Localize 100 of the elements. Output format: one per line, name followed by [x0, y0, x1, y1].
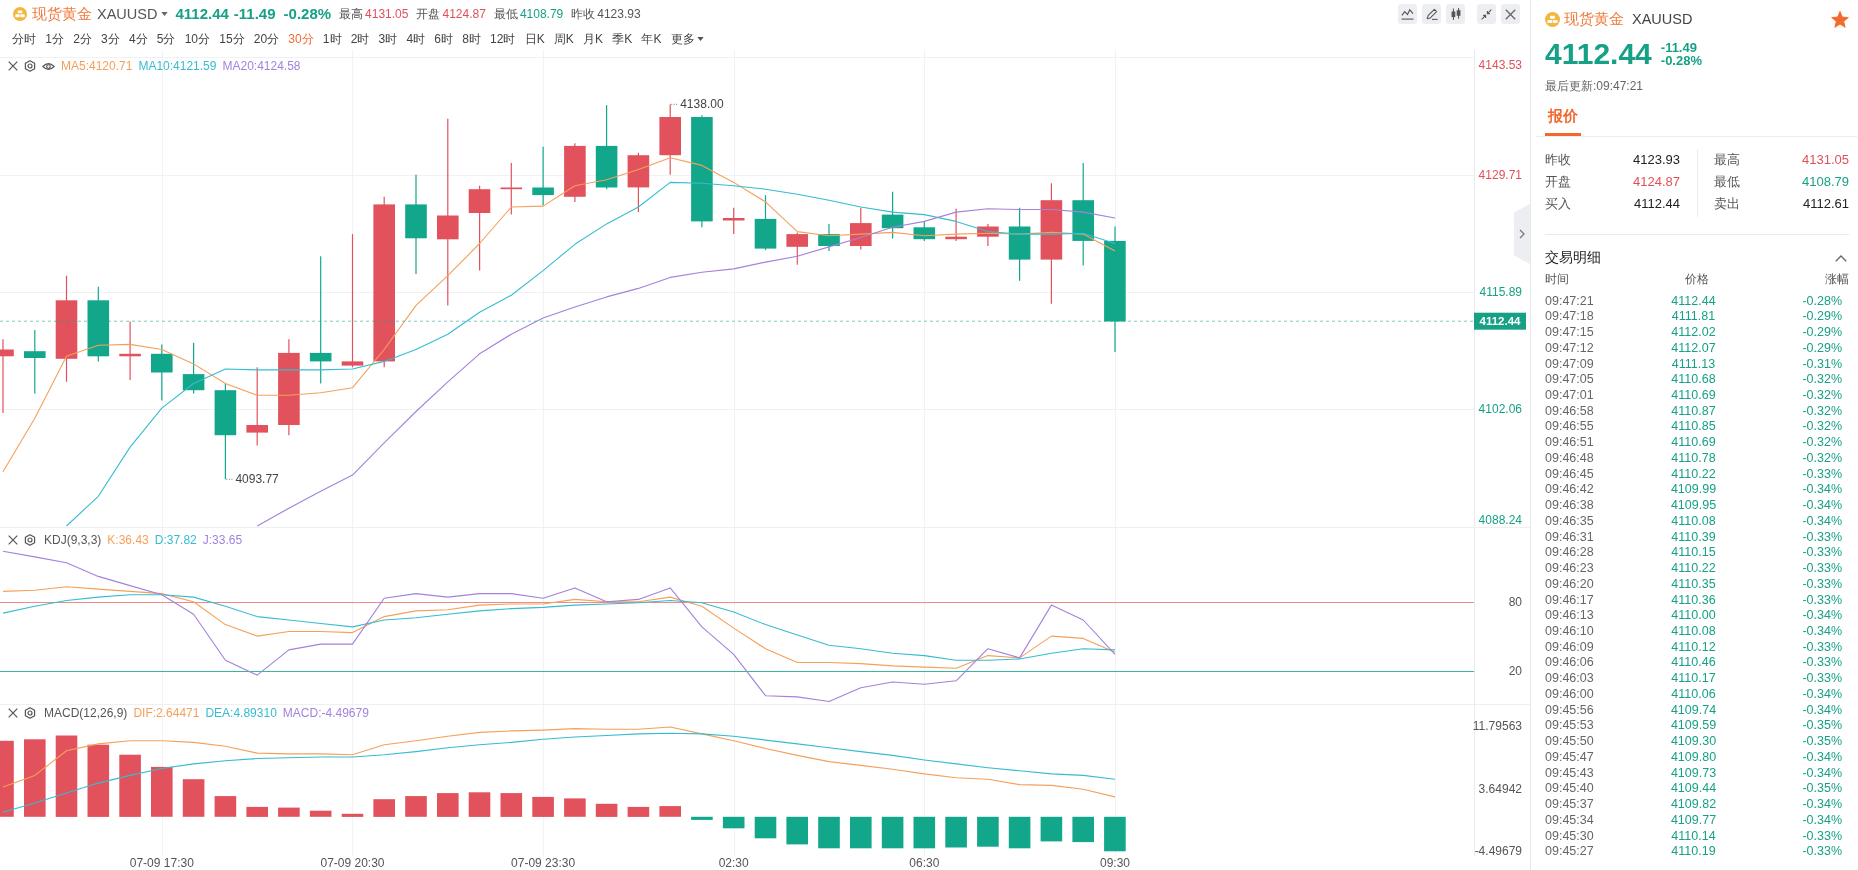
stat-label: 卖出	[1714, 196, 1741, 212]
axis-label: 80	[1508, 594, 1522, 609]
legend-label: MACD:-4.49679	[282, 706, 369, 720]
close-button[interactable]	[1501, 4, 1520, 24]
close-icon[interactable]	[8, 61, 18, 71]
leader-line	[670, 103, 679, 105]
period-tab[interactable]: 3分	[96, 29, 125, 49]
trade-price: 4109.59	[1670, 718, 1717, 735]
trade-time: 09:47:12	[1545, 340, 1595, 357]
line-chart-button[interactable]	[1398, 4, 1417, 24]
trade-price: 4110.14	[1671, 828, 1716, 845]
trade-price: 4110.35	[1671, 576, 1716, 593]
period-tab[interactable]: 15分	[214, 29, 250, 49]
period-tab[interactable]: 12时	[485, 29, 521, 49]
column-header: 价格	[1685, 271, 1709, 287]
line-chart-icon	[1401, 8, 1414, 20]
trade-time: 09:46:38	[1545, 498, 1595, 514]
legend-label: J:33.65	[202, 533, 243, 547]
period-tab[interactable]: 10分	[180, 29, 215, 49]
candlestick	[881, 191, 904, 239]
period-tab[interactable]: 2时	[346, 29, 374, 49]
coin-icon	[1545, 11, 1560, 27]
trade-time: 09:47:15	[1545, 325, 1595, 341]
price-annotation: 4093.77	[235, 472, 279, 487]
axis-label: 20	[1508, 663, 1522, 678]
trade-time: 09:46:58	[1545, 403, 1595, 420]
axis-label: 4143.53	[1478, 58, 1522, 72]
period-tab[interactable]: 1分	[40, 29, 69, 49]
trade-change: -0.29%	[1802, 340, 1842, 357]
trade-time: 09:47:01	[1545, 388, 1595, 404]
period-tab[interactable]: 季K	[607, 29, 637, 49]
trade-price: 4112.02	[1671, 325, 1716, 341]
axis-label: 3.64942	[1478, 781, 1522, 796]
candlestick	[850, 207, 872, 250]
trade-time: 09:46:42	[1545, 482, 1595, 499]
trade-price: 4110.15	[1671, 545, 1716, 562]
candlestick	[722, 207, 745, 235]
candlestick	[786, 231, 808, 266]
trade-change: -0.29%	[1802, 309, 1842, 326]
candlestick	[818, 223, 840, 252]
axis-label: 4115.89	[1479, 284, 1522, 299]
candlestick-button[interactable]	[1446, 4, 1465, 24]
period-tab[interactable]: 20分	[249, 29, 284, 49]
trade-price: 4110.69	[1671, 435, 1716, 451]
axis-label: 4102.06	[1478, 402, 1522, 417]
period-tab[interactable]: 6时	[429, 29, 458, 49]
period-tab[interactable]: 更多	[666, 29, 709, 49]
period-tab[interactable]: 日K	[520, 29, 550, 49]
price-change: -11.49	[1660, 41, 1698, 54]
period-tab[interactable]: 4分	[124, 29, 153, 49]
trade-change: -0.32%	[1802, 450, 1842, 467]
chevron-up-icon[interactable]	[1835, 254, 1847, 262]
trade-change: -0.33%	[1802, 576, 1842, 593]
shrink-button[interactable]	[1477, 4, 1496, 24]
stat-value: 4131.05	[1802, 152, 1849, 168]
trade-time: 09:45:50	[1545, 734, 1595, 750]
settings-icon[interactable]	[24, 534, 36, 546]
price-annotation: 4138.00	[680, 97, 724, 112]
axis-label: 06:30	[909, 856, 940, 870]
trade-price: 4111.81	[1671, 309, 1716, 326]
period-tab[interactable]: 8时	[457, 29, 486, 49]
period-tab[interactable]: 月K	[578, 29, 608, 49]
axis-label: 4088.24	[1478, 513, 1522, 527]
candlestick	[182, 342, 205, 395]
period-tab[interactable]: 周K	[549, 29, 579, 49]
stat-value: 4123.93	[1633, 152, 1680, 168]
star-icon[interactable]	[1831, 10, 1849, 28]
trade-price: 4109.73	[1670, 765, 1717, 782]
stat-value: 4124.87	[1633, 174, 1680, 190]
trade-time: 09:46:48	[1545, 450, 1595, 467]
trade-change: -0.33%	[1802, 545, 1842, 562]
last-price: 4112.44	[1545, 38, 1652, 70]
trade-change: -0.33%	[1802, 561, 1842, 577]
close-icon[interactable]	[8, 708, 18, 718]
draw-button[interactable]	[1422, 4, 1441, 24]
settings-icon[interactable]	[24, 707, 36, 719]
period-tab[interactable]: 1时	[318, 29, 347, 49]
period-tab[interactable]: 5分	[152, 29, 181, 49]
settings-icon[interactable]	[24, 60, 36, 72]
period-tab[interactable]: 分时	[7, 29, 41, 49]
stat-value: 4112.61	[1802, 196, 1849, 212]
close-icon[interactable]	[8, 535, 18, 545]
trade-price: 4109.95	[1670, 498, 1717, 514]
axis-label: 07-09 17:30	[129, 856, 194, 870]
trade-price: 4111.13	[1671, 356, 1716, 373]
candlestick	[913, 220, 936, 242]
shrink-icon	[1481, 8, 1492, 20]
legend-label: MA20:4124.58	[222, 59, 301, 73]
trade-price: 4109.44	[1670, 781, 1717, 798]
trade-time: 09:46:23	[1545, 561, 1595, 577]
percent-change: -0.28%	[283, 6, 332, 22]
section-title: 交易明细	[1545, 250, 1601, 266]
period-tab[interactable]: 3时	[374, 29, 402, 49]
stat-value: 4124.87	[442, 6, 486, 22]
period-tab[interactable]: 4时	[401, 29, 430, 49]
period-tab[interactable]: 2分	[68, 29, 97, 49]
trade-time: 09:47:05	[1545, 372, 1595, 388]
symbol-dropdown[interactable]: XAUUSD	[97, 6, 169, 22]
eye-icon[interactable]	[42, 61, 55, 71]
period-tab[interactable]: 年K	[636, 29, 667, 49]
